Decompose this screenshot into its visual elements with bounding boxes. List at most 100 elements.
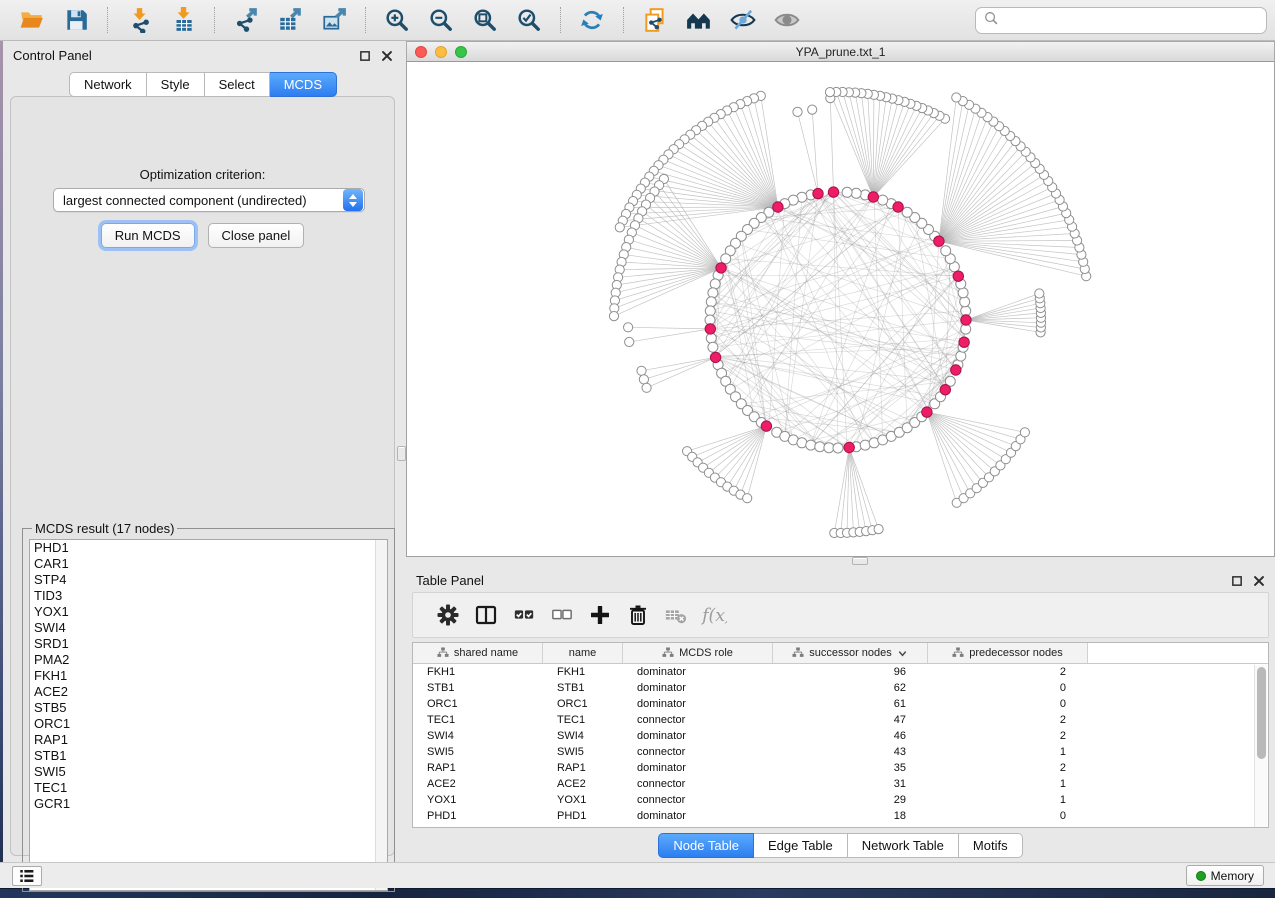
graph-node[interactable]: [797, 438, 807, 448]
cell-name[interactable]: ACE2: [543, 778, 623, 790]
graph-node[interactable]: [833, 443, 843, 453]
network-canvas[interactable]: [406, 62, 1275, 557]
table-row[interactable]: RAP1RAP1dominator352: [413, 760, 1268, 776]
cell-name[interactable]: RAP1: [543, 762, 623, 774]
run-mcds-button[interactable]: Run MCDS: [101, 223, 195, 248]
cell-successor-nodes[interactable]: 47: [773, 714, 928, 726]
import-network-icon[interactable]: [124, 5, 154, 35]
tab-network-table[interactable]: Network Table: [848, 833, 959, 858]
cell-shared-name[interactable]: RAP1: [413, 762, 543, 774]
graph-node[interactable]: [878, 195, 888, 205]
zoom-fit-icon[interactable]: [470, 5, 500, 35]
graph-leaf-node[interactable]: [793, 107, 802, 116]
graph-mcds-hub-node[interactable]: [934, 236, 944, 246]
cell-shared-name[interactable]: FKH1: [413, 666, 543, 678]
search-box[interactable]: [975, 7, 1267, 34]
mcds-result-item[interactable]: TEC1: [30, 780, 387, 796]
graph-node[interactable]: [941, 246, 951, 256]
cell-shared-name[interactable]: ACE2: [413, 778, 543, 790]
mcds-result-item[interactable]: GCR1: [30, 796, 387, 812]
save-session-icon[interactable]: [61, 5, 91, 35]
cell-predecessor-nodes[interactable]: 1: [928, 794, 1088, 806]
graph-leaf-node[interactable]: [642, 383, 651, 392]
cell-name[interactable]: ORC1: [543, 698, 623, 710]
graph-mcds-hub-node[interactable]: [922, 407, 932, 417]
mcds-result-item[interactable]: STB1: [30, 748, 387, 764]
graph-mcds-hub-node[interactable]: [716, 263, 726, 273]
close-panel-button[interactable]: Close panel: [208, 223, 305, 248]
graph-leaf-node[interactable]: [952, 93, 961, 102]
gear-icon[interactable]: [434, 601, 462, 629]
zoom-selected-icon[interactable]: [514, 5, 544, 35]
graph-leaf-node[interactable]: [808, 105, 817, 114]
table-row[interactable]: SWI4SWI4dominator462: [413, 728, 1268, 744]
float-table-panel-icon[interactable]: [1231, 574, 1243, 592]
mcds-result-item[interactable]: YOX1: [30, 604, 387, 620]
cell-shared-name[interactable]: YOX1: [413, 794, 543, 806]
cell-name[interactable]: FKH1: [543, 666, 623, 678]
tab-style[interactable]: Style: [147, 72, 205, 97]
graph-leaf-node[interactable]: [615, 223, 624, 232]
delete-rows-icon[interactable]: [624, 601, 652, 629]
table-scrollbar-thumb[interactable]: [1257, 667, 1266, 759]
cell-shared-name[interactable]: TEC1: [413, 714, 543, 726]
refresh-network-icon[interactable]: [577, 5, 607, 35]
graph-mcds-hub-node[interactable]: [951, 365, 961, 375]
cell-name[interactable]: YOX1: [543, 794, 623, 806]
cell-predecessor-nodes[interactable]: 0: [928, 810, 1088, 822]
column-header-predecessor-nodes[interactable]: predecessor nodes: [928, 643, 1088, 663]
graph-node[interactable]: [824, 443, 834, 453]
cell-successor-nodes[interactable]: 43: [773, 746, 928, 758]
cell-predecessor-nodes[interactable]: 0: [928, 682, 1088, 694]
tab-mcds[interactable]: MCDS: [270, 72, 337, 97]
zoom-in-icon[interactable]: [382, 5, 412, 35]
graph-node[interactable]: [710, 279, 720, 289]
optimization-criterion-dropdown[interactable]: largest connected component (undirected): [53, 188, 365, 212]
graph-node[interactable]: [705, 306, 715, 316]
tab-motifs[interactable]: Motifs: [959, 833, 1023, 858]
cell-name[interactable]: SWI5: [543, 746, 623, 758]
graph-mcds-hub-node[interactable]: [705, 324, 715, 334]
table-row[interactable]: SWI5SWI5connector431: [413, 744, 1268, 760]
graph-mcds-hub-node[interactable]: [844, 442, 854, 452]
cell-name[interactable]: STB1: [543, 682, 623, 694]
cell-MCDS-role[interactable]: dominator: [623, 730, 773, 742]
hide-selected-icon[interactable]: [728, 5, 758, 35]
cell-shared-name[interactable]: PHD1: [413, 810, 543, 822]
import-table-icon[interactable]: [168, 5, 198, 35]
graph-leaf-node[interactable]: [625, 337, 634, 346]
graph-node[interactable]: [960, 297, 970, 307]
cell-MCDS-role[interactable]: connector: [623, 714, 773, 726]
graph-node[interactable]: [851, 188, 861, 198]
cell-MCDS-role[interactable]: dominator: [623, 698, 773, 710]
network-graph[interactable]: [407, 62, 1274, 555]
graph-node[interactable]: [860, 440, 870, 450]
mcds-result-item[interactable]: PMA2: [30, 652, 387, 668]
cell-successor-nodes[interactable]: 62: [773, 682, 928, 694]
cell-successor-nodes[interactable]: 31: [773, 778, 928, 790]
tab-network[interactable]: Network: [69, 72, 147, 97]
mcds-result-item[interactable]: STB5: [30, 700, 387, 716]
graph-node[interactable]: [958, 288, 968, 298]
mcds-result-item[interactable]: TID3: [30, 588, 387, 604]
graph-node[interactable]: [815, 442, 825, 452]
task-history-button[interactable]: [12, 866, 42, 886]
mcds-result-item[interactable]: ACE2: [30, 684, 387, 700]
graph-node[interactable]: [721, 254, 731, 264]
cell-MCDS-role[interactable]: dominator: [623, 682, 773, 694]
cell-MCDS-role[interactable]: dominator: [623, 762, 773, 774]
cell-name[interactable]: SWI4: [543, 730, 623, 742]
table-row[interactable]: STB1STB1dominator620: [413, 680, 1268, 696]
cell-name[interactable]: TEC1: [543, 714, 623, 726]
graph-leaf-node[interactable]: [1020, 428, 1029, 437]
mcds-result-item[interactable]: STP4: [30, 572, 387, 588]
graph-mcds-hub-node[interactable]: [940, 385, 950, 395]
show-all-icon[interactable]: [772, 5, 802, 35]
graph-mcds-hub-node[interactable]: [961, 315, 971, 325]
table-row[interactable]: TEC1TEC1connector472: [413, 712, 1268, 728]
graph-mcds-hub-node[interactable]: [893, 202, 903, 212]
horizontal-splitter-grip[interactable]: [852, 557, 868, 565]
cell-successor-nodes[interactable]: 18: [773, 810, 928, 822]
graph-leaf-node[interactable]: [874, 525, 883, 534]
cell-predecessor-nodes[interactable]: 2: [928, 762, 1088, 774]
